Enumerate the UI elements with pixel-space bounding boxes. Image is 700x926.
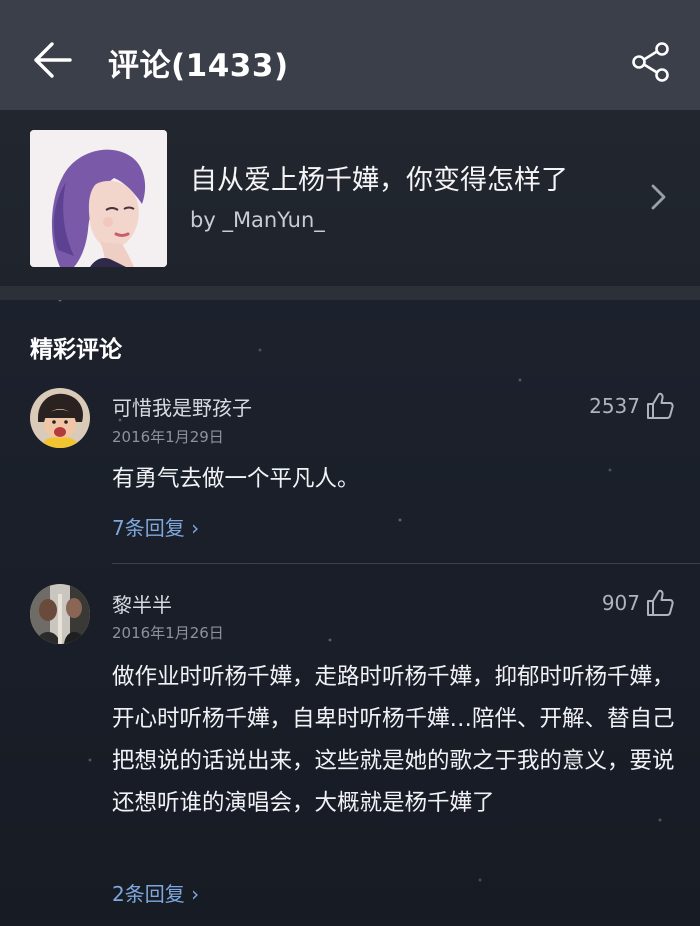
like-count: 2537: [589, 394, 640, 418]
share-icon: [632, 42, 669, 82]
top-bar: 评论(1433): [0, 0, 700, 110]
comment-username[interactable]: 黎半半: [112, 589, 172, 618]
comment-text: 做作业时听杨千嬅，走路时听杨千嬅，抑郁时听杨千嬅，开心时听杨千嬅，自卑时听杨千嬅…: [112, 664, 675, 816]
by-prefix: by: [190, 208, 223, 232]
comment-text: 有勇气去做一个平凡人。: [112, 466, 360, 492]
page-title: 评论(1433): [108, 48, 289, 84]
like-button[interactable]: 907: [602, 586, 676, 620]
arrow-left-icon: [34, 42, 72, 78]
section-divider: [0, 286, 700, 300]
playlist-author[interactable]: by _ManYun_: [190, 208, 325, 232]
avatar[interactable]: [30, 388, 90, 448]
chevron-right-icon: [651, 184, 666, 210]
replies-link[interactable]: 7条回复 ›: [112, 512, 199, 541]
comment-date: 2016年1月26日: [112, 624, 224, 642]
section-title-hot-comments: 精彩评论: [30, 337, 122, 363]
playlist-cover: [30, 130, 167, 267]
thumbs-up-icon: [647, 392, 674, 419]
share-button[interactable]: [630, 40, 674, 84]
avatar[interactable]: [30, 584, 90, 644]
comment-username[interactable]: 可惜我是野孩子: [112, 392, 252, 421]
like-button[interactable]: 2537: [589, 389, 676, 423]
thumbs-up-icon: [647, 589, 674, 616]
author-name: _ManYun_: [222, 208, 325, 232]
comment-separator: [112, 563, 700, 564]
playlist-title: 自从爱上杨千嬅，你变得怎样了: [190, 165, 568, 196]
playlist-header[interactable]: 自从爱上杨千嬅，你变得怎样了 by _ManYun_: [0, 110, 700, 286]
back-button[interactable]: [28, 38, 78, 82]
comment-date: 2016年1月29日: [112, 428, 224, 446]
like-count: 907: [601, 591, 640, 615]
replies-link[interactable]: 2条回复 ›: [112, 878, 199, 907]
